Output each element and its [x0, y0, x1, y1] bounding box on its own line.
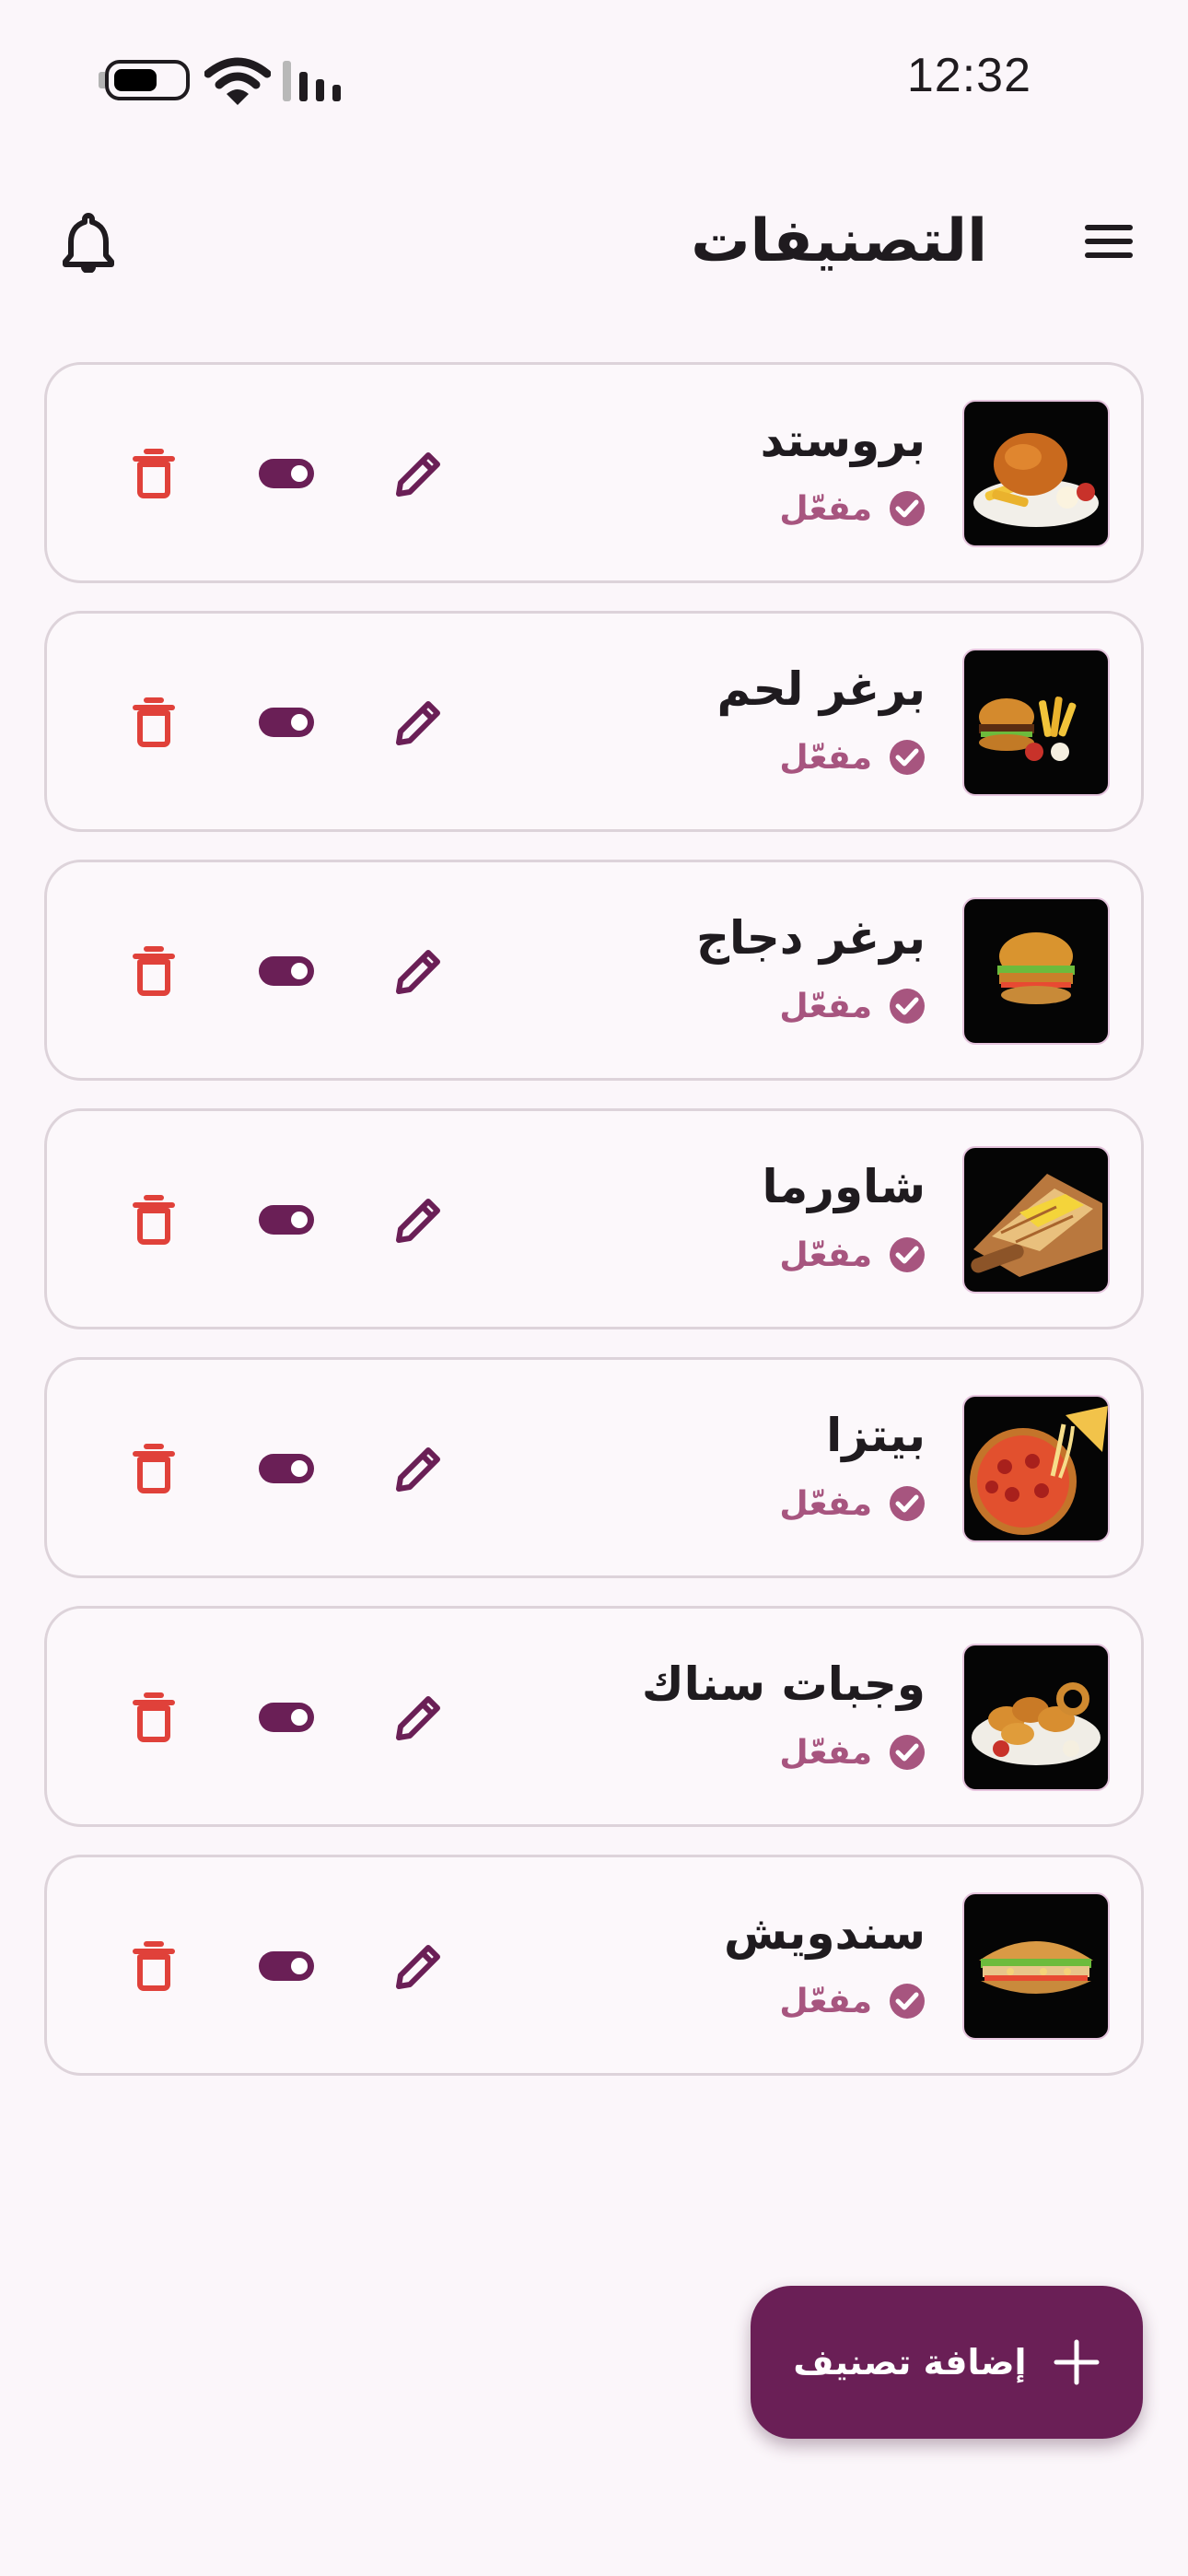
toggle-icon — [259, 1951, 314, 1981]
toggle-icon — [259, 1454, 314, 1483]
trash-icon — [133, 946, 175, 996]
check-circle-icon — [890, 491, 925, 526]
status-time: 12:32 — [906, 49, 1031, 102]
status-row: مفعّل — [779, 984, 926, 1028]
page-title: التصنيفات — [691, 207, 987, 275]
sandwich-image — [962, 1892, 1110, 2040]
signal-icon — [283, 61, 341, 101]
pencil-icon — [396, 701, 440, 745]
status-row: مفعّل — [779, 735, 926, 779]
delete-button[interactable] — [119, 439, 189, 509]
toggle-icon — [259, 708, 314, 737]
toggle-button[interactable] — [251, 1434, 321, 1504]
toggle-button[interactable] — [251, 1682, 321, 1752]
check-circle-icon — [890, 740, 925, 775]
toggle-button[interactable] — [251, 936, 321, 1006]
beef-burger-image — [962, 649, 1110, 796]
status-label: مفعّل — [779, 1484, 872, 1523]
category-card[interactable]: بيتزا مفعّل — [44, 1357, 1144, 1578]
menu-icon[interactable] — [1079, 214, 1138, 269]
pencil-icon — [396, 1447, 440, 1492]
category-card[interactable]: شاورما مفعّل — [44, 1108, 1144, 1329]
trash-icon — [133, 1692, 175, 1742]
trash-icon — [133, 449, 175, 498]
status-label: مفعّل — [779, 1235, 872, 1274]
toggle-icon — [259, 1205, 314, 1235]
toggle-icon — [259, 1703, 314, 1732]
edit-button[interactable] — [384, 1682, 454, 1752]
toggle-button[interactable] — [251, 1185, 321, 1255]
check-circle-icon — [890, 989, 925, 1024]
category-name: برغر دجاج — [695, 911, 926, 965]
status-label: مفعّل — [779, 738, 872, 777]
toggle-button[interactable] — [251, 1931, 321, 2001]
pencil-icon — [396, 1199, 440, 1243]
trash-icon — [133, 1444, 175, 1493]
category-name: بيتزا — [826, 1409, 926, 1462]
delete-button[interactable] — [119, 1185, 189, 1255]
status-label: مفعّل — [779, 489, 872, 528]
trash-icon — [133, 697, 175, 747]
toggle-icon — [259, 459, 314, 488]
category-card[interactable]: وجبات سناك مفعّل — [44, 1606, 1144, 1827]
broasted-chicken-image — [962, 400, 1110, 547]
plus-icon — [1054, 2339, 1100, 2385]
status-row: مفعّل — [779, 1979, 926, 2023]
category-list: بروستد مفعّل برغر لحم مفعّل برغر دجاج مف… — [44, 362, 1144, 2103]
category-card[interactable]: برغر لحم مفعّل — [44, 611, 1144, 832]
trash-icon — [133, 1941, 175, 1991]
category-card[interactable]: برغر دجاج مفعّل — [44, 860, 1144, 1081]
edit-button[interactable] — [384, 1434, 454, 1504]
chicken-burger-image — [962, 897, 1110, 1045]
delete-button[interactable] — [119, 1931, 189, 2001]
battery-icon — [105, 60, 190, 100]
status-row: مفعّل — [779, 486, 926, 531]
status-row: مفعّل — [779, 1481, 926, 1526]
pencil-icon — [396, 1696, 440, 1740]
category-card[interactable]: سندويش مفعّل — [44, 1855, 1144, 2076]
edit-button[interactable] — [384, 439, 454, 509]
status-row: مفعّل — [779, 1730, 926, 1774]
edit-button[interactable] — [384, 1931, 454, 2001]
add-category-button[interactable]: إضافة تصنيف — [751, 2286, 1143, 2439]
toggle-button[interactable] — [251, 439, 321, 509]
edit-button[interactable] — [384, 687, 454, 757]
trash-icon — [133, 1195, 175, 1245]
category-name: وجبات سناك — [641, 1657, 926, 1711]
category-name: بروستد — [760, 414, 926, 467]
toggle-button[interactable] — [251, 687, 321, 757]
wifi-icon — [204, 57, 271, 105]
check-circle-icon — [890, 1237, 925, 1272]
category-card[interactable]: بروستد مفعّل — [44, 362, 1144, 583]
edit-button[interactable] — [384, 936, 454, 1006]
status-label: مفعّل — [779, 1982, 872, 2020]
snack-meals-image — [962, 1644, 1110, 1791]
shawarma-image — [962, 1146, 1110, 1294]
edit-button[interactable] — [384, 1185, 454, 1255]
category-name: سندويش — [724, 1906, 926, 1960]
pizza-image — [962, 1395, 1110, 1542]
status-row: مفعّل — [779, 1233, 926, 1277]
check-circle-icon — [890, 1984, 925, 2019]
status-label: مفعّل — [779, 987, 872, 1025]
battery-tip — [99, 72, 105, 88]
status-label: مفعّل — [779, 1733, 872, 1772]
bell-icon[interactable] — [61, 210, 116, 273]
check-circle-icon — [890, 1486, 925, 1521]
pencil-icon — [396, 1945, 440, 1989]
pencil-icon — [396, 950, 440, 994]
add-category-label: إضافة تصنيف — [793, 2342, 1027, 2383]
category-name: برغر لحم — [716, 662, 926, 716]
pencil-icon — [396, 452, 440, 497]
toggle-icon — [259, 956, 314, 986]
delete-button[interactable] — [119, 687, 189, 757]
check-circle-icon — [890, 1735, 925, 1770]
delete-button[interactable] — [119, 936, 189, 1006]
delete-button[interactable] — [119, 1682, 189, 1752]
status-bar: 12:32 — [0, 0, 1188, 147]
delete-button[interactable] — [119, 1434, 189, 1504]
category-name: شاورما — [762, 1160, 926, 1213]
